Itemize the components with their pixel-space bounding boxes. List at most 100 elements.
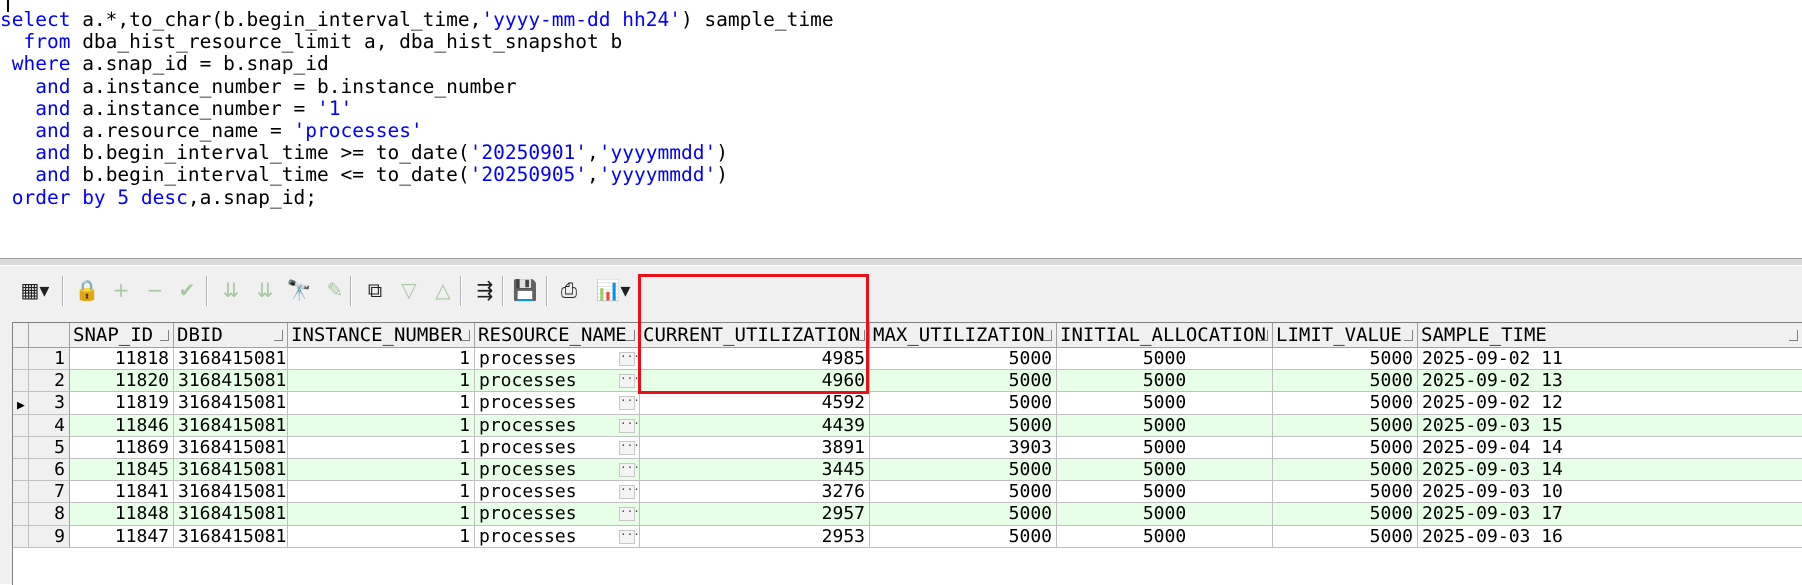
row-number[interactable]: 8 [29,503,70,526]
cell-snap-id[interactable]: 11820 [70,370,174,393]
cell-initial-allocation[interactable]: 5000 [1057,348,1273,371]
cell-editor-ellipsis-button[interactable]: ··· [619,506,639,522]
row-number[interactable]: 7 [29,481,70,504]
sql-editor[interactable]: select a.*,to_char(b.begin_interval_time… [0,0,1802,258]
cell-editor-ellipsis-button[interactable]: ··· [619,529,639,544]
cell-max-utilization[interactable]: 5000 [870,525,1057,548]
cell-current-utilization[interactable]: 3891 [640,436,870,459]
cell-editor-ellipsis-button[interactable]: ··· [619,373,639,389]
column-header-current-utilization[interactable]: CURRENT_UTILIZATION [640,323,870,348]
cell-sample-time[interactable]: 2025-09-02 11 [1418,348,1802,371]
cell-dbid[interactable]: 3168415081 [174,503,288,526]
cell-dbid[interactable]: 3168415081 [174,348,288,371]
column-sort-icon[interactable] [274,330,283,341]
cell-instance-number[interactable]: 1 [288,525,475,548]
cell-instance-number[interactable]: 1 [288,414,475,437]
row-number[interactable]: 1 [29,348,70,371]
cell-resource-name[interactable]: processes ··· [475,481,640,504]
result-grid[interactable]: SNAP_ID DBID INSTANCE_NUMBER RESOURCE_NAME C… [12,322,1802,585]
previous-record-button[interactable]: ▽ [396,276,422,304]
export-query-results-button[interactable]: ⇶ [470,276,500,304]
table-row[interactable]: 5 11869 3168415081 1 processes ··· 3891 3903 500… [13,436,1802,459]
fetch-last-button[interactable]: ⇊ [252,276,278,304]
table-row[interactable]: 7 11841 3168415081 1 processes ··· 3276 5000 500… [13,481,1802,504]
table-row[interactable]: 8 11848 3168415081 1 processes ··· 2957 5000 500… [13,503,1802,526]
column-sort-icon[interactable] [1404,330,1413,341]
cell-max-utilization[interactable]: 5000 [870,459,1057,482]
cell-max-utilization[interactable]: 5000 [870,414,1057,437]
cell-initial-allocation[interactable]: 5000 [1057,414,1273,437]
column-header-max-utilization[interactable]: MAX_UTILIZATION [870,323,1057,348]
cell-sample-time[interactable]: 2025-09-03 16 [1418,526,1802,548]
cell-current-utilization[interactable]: 2953 [640,525,870,548]
cell-snap-id[interactable]: 11847 [70,525,174,548]
cell-initial-allocation[interactable]: 5000 [1057,481,1273,504]
cell-sample-time[interactable]: 2025-09-03 10 [1418,481,1802,504]
cell-dbid[interactable]: 3168415081 [174,459,288,482]
column-header-limit-value[interactable]: LIMIT_VALUE [1273,323,1418,348]
column-header-instance-number[interactable]: INSTANCE_NUMBER [288,323,475,348]
cell-dbid[interactable]: 3168415081 [174,525,288,548]
row-number[interactable]: 6 [29,459,70,482]
column-header-dbid[interactable]: DBID [174,323,288,348]
cell-dbid[interactable]: 3168415081 [174,392,288,415]
column-sort-icon[interactable] [1043,330,1052,341]
row-number[interactable]: 4 [29,414,70,437]
cell-instance-number[interactable]: 1 [288,436,475,459]
cell-current-utilization[interactable]: 3276 [640,481,870,504]
cell-editor-ellipsis-button[interactable]: ··· [619,484,639,500]
cell-dbid[interactable]: 3168415081 [174,370,288,393]
cell-editor-ellipsis-button[interactable]: ··· [619,351,639,366]
cell-limit-value[interactable]: 5000 [1273,414,1418,437]
cell-snap-id[interactable]: 11869 [70,436,174,459]
cell-current-utilization[interactable]: 2957 [640,503,870,526]
query-by-example-button[interactable]: ⧉ [362,276,388,304]
table-row[interactable]: 6 11845 3168415081 1 processes ··· 3445 5000 500… [13,459,1802,482]
column-sort-icon[interactable] [461,330,470,341]
cell-current-utilization[interactable]: 3445 [640,459,870,482]
cell-resource-name[interactable]: processes ··· [475,436,640,459]
cell-initial-allocation[interactable]: 5000 [1057,525,1273,548]
cell-limit-value[interactable]: 5000 [1273,370,1418,393]
column-header-initial-allocation[interactable]: INITIAL_ALLOCATION [1057,323,1273,348]
find-button[interactable]: 🔭 [286,276,312,304]
fetch-next-button[interactable]: ⇊ [218,276,244,304]
cell-max-utilization[interactable]: 5000 [870,392,1057,415]
cell-max-utilization[interactable]: 5000 [870,503,1057,526]
cell-instance-number[interactable]: 1 [288,481,475,504]
chart-button[interactable]: 📊▾ [592,276,634,304]
row-number[interactable]: 2 [29,370,70,393]
cell-resource-name[interactable]: processes ··· [475,459,640,482]
table-row[interactable]: 9 11847 3168415081 1 processes ··· 2953 5000 500… [13,525,1802,548]
table-row[interactable]: ▶ 3 11819 3168415081 1 processes ··· 4592 5000 50… [13,392,1802,415]
cell-max-utilization[interactable]: 3903 [870,436,1057,459]
editor-grid-splitter[interactable] [0,258,1802,266]
cell-instance-number[interactable]: 1 [288,392,475,415]
cell-limit-value[interactable]: 5000 [1273,392,1418,415]
cell-max-utilization[interactable]: 5000 [870,348,1057,371]
cell-dbid[interactable]: 3168415081 [174,414,288,437]
cell-max-utilization[interactable]: 5000 [870,481,1057,504]
cell-editor-ellipsis-button[interactable]: ··· [619,440,639,455]
cell-snap-id[interactable]: 11818 [70,348,174,371]
column-sort-icon[interactable] [856,330,865,341]
column-sort-icon[interactable] [160,330,169,341]
cell-sample-time[interactable]: 2025-09-02 12 [1418,392,1802,415]
cell-initial-allocation[interactable]: 5000 [1057,459,1273,482]
column-header-resource-name[interactable]: RESOURCE_NAME [475,323,640,348]
cell-resource-name[interactable]: processes ··· [475,348,640,371]
save-button[interactable]: 💾 [512,276,538,304]
post-changes-button[interactable]: ✔ [174,276,200,304]
cell-limit-value[interactable]: 5000 [1273,525,1418,548]
cell-initial-allocation[interactable]: 5000 [1057,392,1273,415]
cell-snap-id[interactable]: 11846 [70,414,174,437]
cell-initial-allocation[interactable]: 5000 [1057,370,1273,393]
cell-instance-number[interactable]: 1 [288,348,475,371]
cell-sample-time[interactable]: 2025-09-03 14 [1418,459,1802,482]
cell-max-utilization[interactable]: 5000 [870,370,1057,393]
grid-options-button[interactable]: ▦▾ [14,276,56,304]
cell-sample-time[interactable]: 2025-09-04 14 [1418,437,1802,459]
table-row[interactable]: 2 11820 3168415081 1 processes ··· 4960 5000 500… [13,370,1802,393]
cell-instance-number[interactable]: 1 [288,503,475,526]
cell-limit-value[interactable]: 5000 [1273,348,1418,371]
